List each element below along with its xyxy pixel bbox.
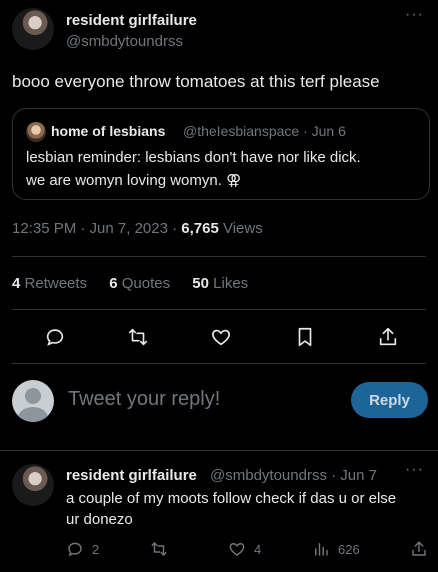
views-label: Views (218, 220, 263, 237)
view-count: 626 (338, 541, 360, 557)
reply-share-action[interactable] (410, 540, 428, 558)
reply-text-line-1: a couple of my moots follow check if das… (66, 490, 397, 507)
user-avatar-placeholder (12, 380, 54, 422)
reply-icon[interactable] (40, 322, 70, 352)
quoted-author-handle: @theIesbianspace · Jun 6 (183, 123, 346, 139)
tweet-text: booo everyone throw tomatoes at this ter… (12, 72, 380, 91)
reply-author-name[interactable]: resident girlfailure (66, 467, 197, 484)
quoted-tweet[interactable]: home of lesbians @theIesbianspace · Jun … (12, 108, 430, 200)
like-icon (228, 540, 246, 558)
author-avatar[interactable] (12, 8, 54, 50)
more-options-icon[interactable]: ··· (405, 6, 424, 24)
divider (12, 309, 426, 310)
reply-tweet-actions: 2 4 626 (0, 540, 438, 564)
likes-stat[interactable]: 50 Likes (192, 275, 248, 292)
reply-author-avatar[interactable] (12, 464, 54, 506)
like-count: 4 (254, 541, 262, 557)
quoted-author-name: home of lesbians (51, 123, 166, 139)
reply-composer: Tweet your reply! Reply (0, 372, 438, 432)
share-icon (410, 540, 428, 558)
views-count: 6,765 (181, 220, 219, 237)
tweet-actions (0, 322, 438, 352)
quotes-stat[interactable]: 6 Quotes (109, 275, 170, 292)
like-icon[interactable] (206, 322, 236, 352)
reply-input[interactable]: Tweet your reply! (68, 388, 220, 411)
reply-button[interactable]: Reply (351, 382, 428, 418)
retweets-stat[interactable]: 4 Retweets (12, 275, 87, 292)
reply-count: 2 (92, 541, 100, 557)
reply-icon (66, 540, 84, 558)
author-name[interactable]: resident girlfailure (66, 12, 197, 29)
share-icon[interactable] (373, 322, 403, 352)
reply-retweet-action[interactable] (150, 540, 176, 558)
divider (0, 450, 438, 451)
views-icon (312, 540, 330, 558)
tweet-stats: 4 Retweets 6 Quotes 50 Likes (12, 275, 266, 292)
reply-reply-action[interactable]: 2 (66, 540, 99, 558)
bookmark-icon[interactable] (290, 322, 320, 352)
reply-author-handle[interactable]: @smbdytoundrss · Jun 7 (210, 467, 377, 484)
divider (12, 363, 426, 364)
quoted-text-line-2: we are womyn loving womyn. ⚢ (26, 172, 242, 189)
divider (12, 256, 426, 257)
reply-like-action[interactable]: 4 (228, 540, 261, 558)
reply-more-options-icon[interactable]: ··· (405, 461, 424, 479)
tweet-time[interactable]: 12:35 PM · Jun 7, 2023 · (12, 220, 181, 237)
reply-text-line-2: ur donezo (66, 511, 133, 528)
author-handle[interactable]: @smbdytoundrss (66, 33, 183, 50)
quoted-text-line-1: lesbian reminder: lesbians don't have no… (26, 149, 361, 166)
retweet-icon (150, 540, 168, 558)
retweet-icon[interactable] (123, 322, 153, 352)
quoted-author-avatar (26, 122, 46, 142)
reply-views-action[interactable]: 626 (312, 540, 360, 558)
tweet-timestamp: 12:35 PM · Jun 7, 2023 · 6,765 Views (12, 220, 263, 237)
